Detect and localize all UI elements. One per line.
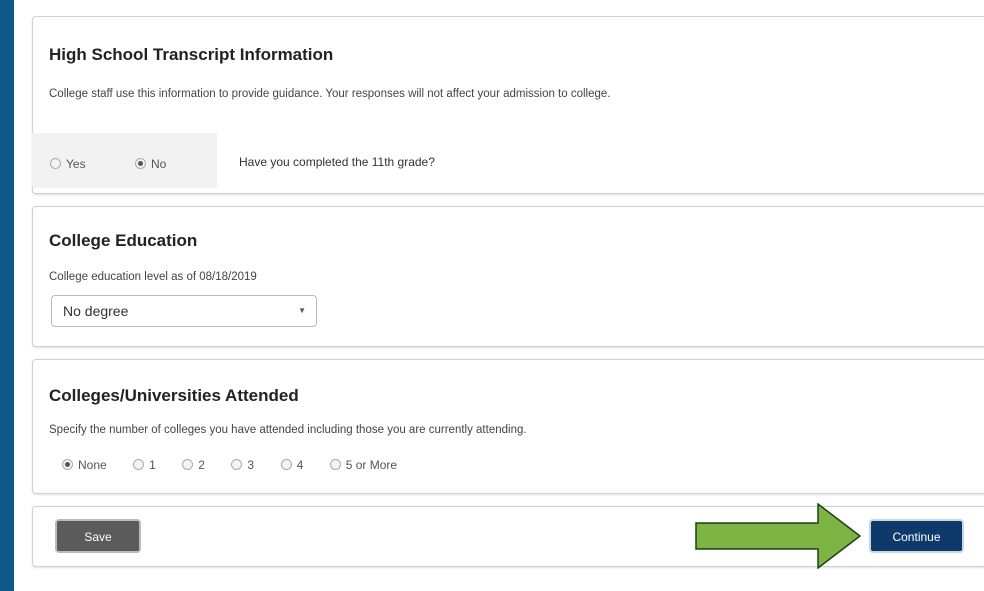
colleges-title: Colleges/Universities Attended [49, 386, 299, 405]
eleventh-grade-question: Have you completed the 11th grade? [239, 155, 435, 169]
count-radio-4[interactable] [280, 459, 292, 471]
count-radio-1[interactable] [133, 459, 145, 471]
education-level-value: No degree [63, 303, 129, 319]
yes-option[interactable]: Yes [50, 155, 86, 173]
colleges-card: Colleges/Universities Attended Specify t… [32, 359, 984, 494]
transcript-description: College staff use this information to pr… [49, 88, 611, 100]
count-option-2[interactable]: 2 [182, 456, 205, 474]
caret-down-icon: ▼ [298, 306, 306, 315]
green-arrow-icon [695, 503, 862, 569]
count-radio-none[interactable] [62, 459, 73, 471]
count-label-4: 4 [296, 457, 304, 472]
count-label-2: 2 [198, 457, 205, 472]
yes-no-group: Yes No [32, 133, 217, 188]
no-radio[interactable] [135, 158, 146, 170]
continue-button[interactable]: Continue [869, 519, 964, 553]
count-label-3: 3 [247, 457, 255, 472]
college-count-group: None 1 2 3 4 5 or More [62, 456, 419, 474]
page-frame: High School Transcript Information Colle… [14, 0, 984, 591]
yes-label: Yes [66, 156, 86, 171]
count-radio-5-or-more[interactable] [329, 459, 341, 471]
count-option-4[interactable]: 4 [280, 456, 304, 474]
count-radio-2[interactable] [182, 459, 194, 471]
count-label-5-or-more: 5 or More [345, 457, 398, 472]
count-option-5-or-more[interactable]: 5 or More [329, 456, 398, 474]
colleges-description: Specify the number of colleges you have … [49, 424, 527, 436]
transcript-card: High School Transcript Information Colle… [32, 16, 984, 194]
no-label: No [151, 156, 167, 171]
no-option[interactable]: No [135, 155, 166, 173]
count-option-none[interactable]: None [62, 456, 107, 474]
count-option-3[interactable]: 3 [231, 456, 254, 474]
education-title: College Education [49, 231, 198, 250]
education-level-select[interactable]: No degree ▼ [51, 295, 317, 327]
count-label-1: 1 [149, 457, 156, 472]
yes-radio[interactable] [50, 158, 61, 170]
transcript-title: High School Transcript Information [49, 45, 334, 64]
count-option-1[interactable]: 1 [133, 456, 156, 474]
education-card: College Education College education leve… [32, 206, 984, 347]
save-button[interactable]: Save [55, 519, 141, 553]
count-label-none: None [78, 457, 107, 472]
education-level-label: College education level as of 08/18/2019 [49, 271, 257, 283]
count-radio-3[interactable] [231, 459, 243, 471]
